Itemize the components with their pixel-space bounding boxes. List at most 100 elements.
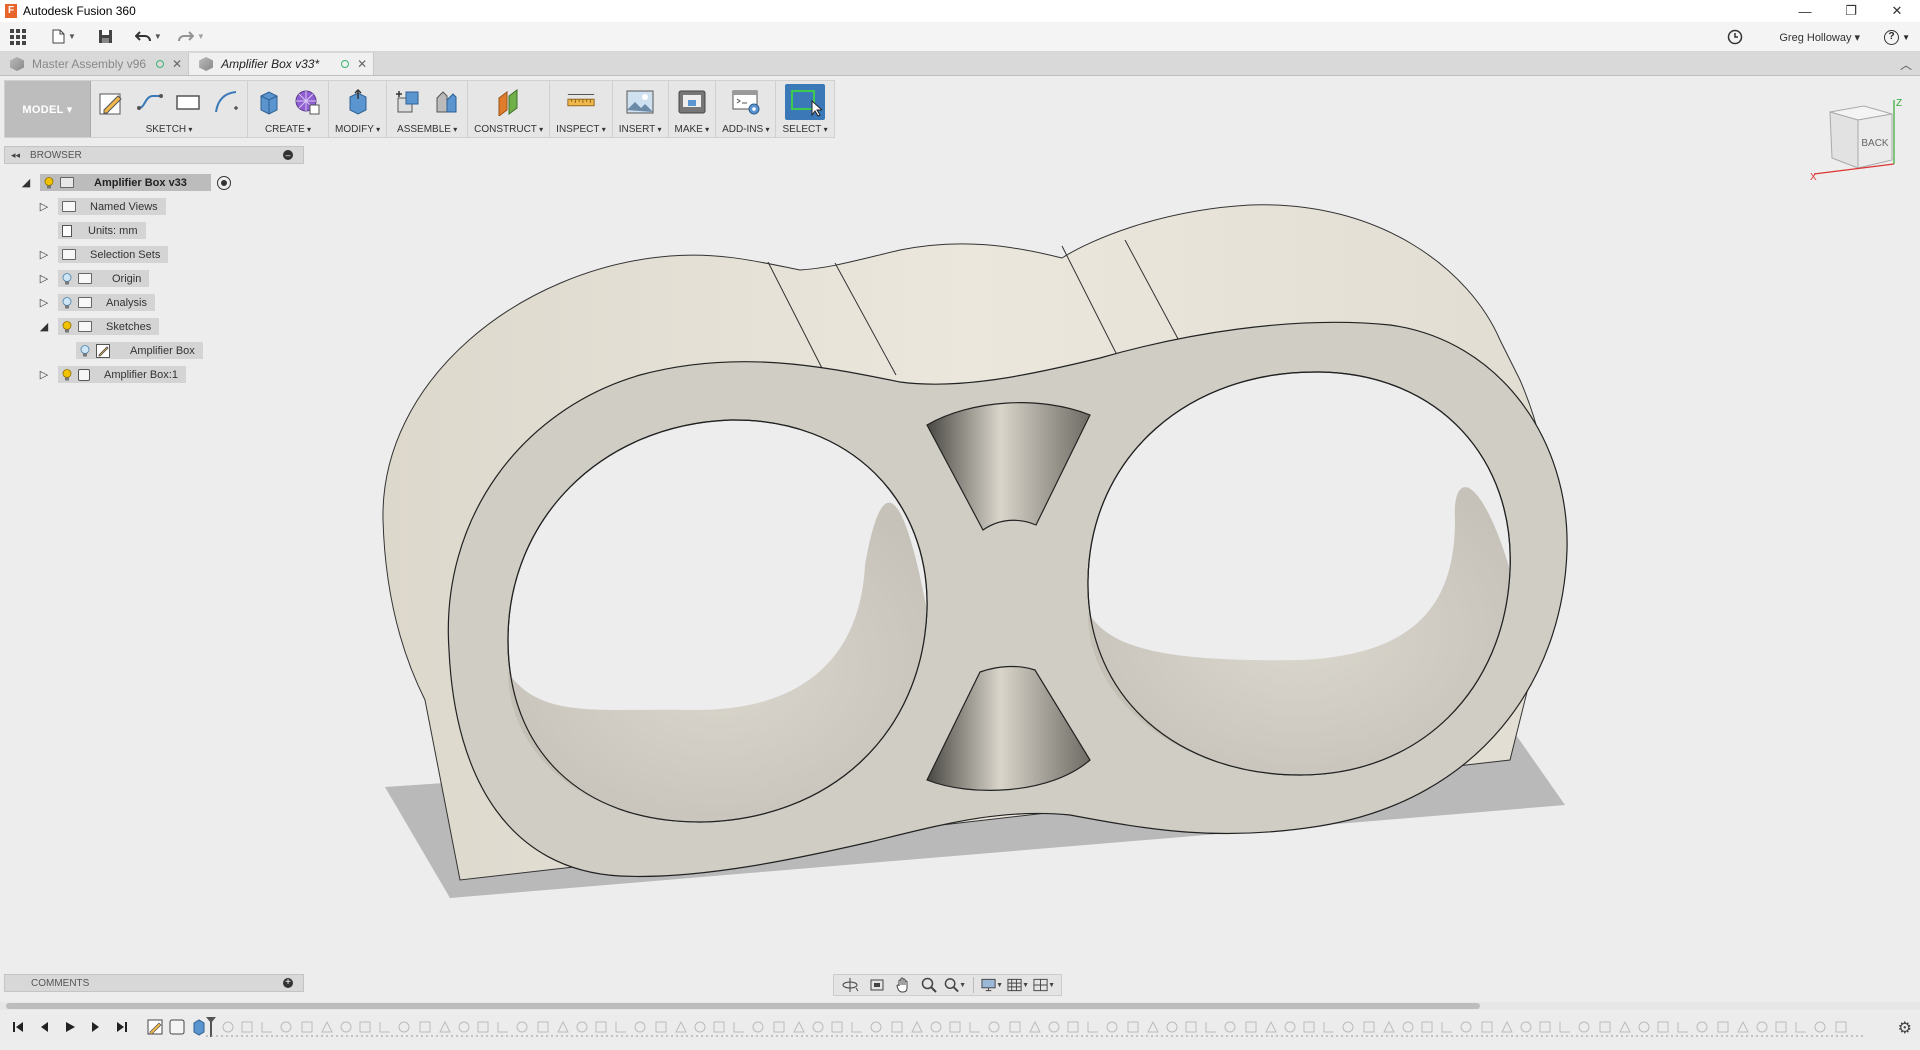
browser-title: BROWSER — [30, 149, 82, 161]
visibility-bulb-icon[interactable] — [44, 176, 54, 189]
display-settings-button[interactable]: ▼ — [981, 976, 1003, 994]
close-icon[interactable]: ✕ — [357, 57, 367, 71]
close-icon[interactable]: ✕ — [172, 57, 182, 71]
orbit-button[interactable] — [840, 976, 862, 994]
visibility-bulb-icon[interactable] — [62, 320, 72, 333]
group-inspect[interactable]: INSPECT — [550, 81, 613, 137]
pan-button[interactable] — [892, 976, 914, 994]
zoom-icon — [921, 977, 937, 993]
rectangle-icon[interactable] — [173, 87, 203, 117]
arc-icon[interactable] — [211, 87, 241, 117]
timeline-play-button[interactable] — [58, 1016, 82, 1038]
data-panel-button[interactable] — [6, 25, 30, 49]
gear-icon[interactable]: ⚙ — [1898, 1018, 1912, 1038]
group-create[interactable]: CREATE — [248, 81, 329, 137]
window-select-icon[interactable] — [785, 84, 826, 120]
close-button[interactable]: ✕ — [1874, 0, 1920, 22]
extrude-icon[interactable] — [254, 87, 284, 117]
timeline-feature-body[interactable] — [169, 1019, 185, 1035]
scripts-addins-icon[interactable] — [731, 87, 761, 117]
tree-node-root[interactable]: ◢ Amplifier Box v33 — [20, 174, 231, 191]
visibility-bulb-icon[interactable] — [80, 344, 90, 357]
new-component-icon[interactable] — [393, 87, 423, 117]
expand-triangle-icon[interactable]: ▷ — [38, 272, 50, 285]
file-menu-button[interactable]: ▼ — [48, 25, 80, 49]
tree-node-selection-sets[interactable]: ▷ Selection Sets — [38, 246, 169, 263]
insert-image-icon[interactable] — [625, 87, 655, 117]
workspace-switcher[interactable]: MODEL ▾ — [5, 81, 91, 137]
grid-settings-button[interactable]: ▼ — [1007, 976, 1029, 994]
view-cube-side[interactable] — [1829, 111, 1859, 169]
tab-master-assembly[interactable]: Master Assembly v96 ✕ — [0, 53, 190, 75]
group-assemble[interactable]: ASSEMBLE — [387, 81, 469, 137]
timeline-feature-extrude[interactable] — [193, 1019, 205, 1036]
tree-node-analysis[interactable]: ▷ Analysis — [38, 294, 155, 311]
timeline-feature-sketch[interactable] — [147, 1019, 163, 1035]
3d-viewport[interactable] — [300, 140, 1620, 980]
collapse-triangle-icon[interactable]: ◢ — [20, 176, 32, 189]
browser-header[interactable]: ◂◂ BROWSER – — [4, 146, 304, 164]
collapse-triangle-icon[interactable]: ◢ — [38, 320, 50, 333]
tab-amplifier-box[interactable]: Amplifier Box v33* ✕ — [189, 53, 375, 75]
comments-panel[interactable]: COMMENTS + — [4, 974, 304, 992]
timeline-scrollbar[interactable] — [0, 1002, 1920, 1010]
group-modify[interactable]: MODIFY — [329, 81, 388, 137]
save-button[interactable] — [94, 25, 117, 49]
timeline-track[interactable] — [146, 1017, 1866, 1037]
timeline-prev-button[interactable] — [32, 1016, 56, 1038]
pin-panel-icon[interactable]: – — [283, 150, 293, 160]
timeline-next-button[interactable] — [84, 1016, 108, 1038]
offset-plane-icon[interactable] — [494, 87, 524, 117]
group-make[interactable]: MAKE — [669, 81, 717, 137]
chevron-down-icon: ▼ — [153, 32, 162, 41]
group-label: MAKE — [675, 124, 710, 135]
expand-triangle-icon[interactable]: ▷ — [38, 248, 50, 261]
expand-triangle-icon[interactable]: ▷ — [38, 296, 50, 309]
timeline-marker[interactable] — [206, 1017, 216, 1037]
visibility-bulb-icon[interactable] — [62, 272, 72, 285]
group-insert[interactable]: INSERT — [613, 81, 669, 137]
viewports-button[interactable]: ▼ — [1033, 976, 1055, 994]
tree-node-sketches[interactable]: ◢ Sketches — [38, 318, 160, 335]
create-sketch-icon[interactable] — [97, 87, 127, 117]
zoom-button[interactable] — [918, 976, 940, 994]
add-comment-icon[interactable]: + — [283, 978, 293, 988]
visibility-bulb-icon[interactable] — [62, 368, 72, 381]
undo-button[interactable]: ▼ — [131, 25, 166, 49]
clock-icon[interactable] — [1727, 29, 1743, 45]
timeline-last-button[interactable] — [110, 1016, 134, 1038]
collapse-toolbar-icon[interactable]: ︿ — [1900, 56, 1912, 73]
group-construct[interactable]: CONSTRUCT — [468, 81, 551, 137]
group-select[interactable]: SELECT — [776, 81, 833, 137]
3d-print-icon[interactable] — [677, 87, 707, 117]
view-cube[interactable]: BACK X Z — [1810, 96, 1910, 186]
visibility-bulb-icon[interactable] — [62, 296, 72, 309]
timeline-scroll-thumb[interactable] — [6, 1003, 1480, 1009]
line-icon[interactable] — [135, 87, 165, 117]
redo-button[interactable]: ▼ — [174, 25, 209, 49]
measure-icon[interactable] — [566, 87, 596, 117]
press-pull-icon[interactable] — [343, 87, 373, 117]
look-at-button[interactable] — [866, 976, 888, 994]
expand-triangle-icon[interactable]: ▷ — [38, 200, 50, 213]
collapse-panel-icon[interactable]: ◂◂ — [11, 150, 20, 161]
fit-button[interactable]: ▼ — [944, 976, 966, 994]
group-add-ins[interactable]: ADD-INS — [716, 81, 777, 137]
tree-node-named-views[interactable]: ▷ Named Views — [38, 198, 166, 215]
timeline-first-button[interactable] — [6, 1016, 30, 1038]
form-icon[interactable] — [292, 87, 322, 117]
tree-node-sketch-amplifier-box[interactable]: Amplifier Box — [76, 342, 203, 359]
activate-component-icon[interactable] — [216, 175, 231, 190]
user-menu[interactable]: Greg Holloway ▾ — [1779, 31, 1860, 44]
folder-icon — [78, 273, 92, 284]
help-button[interactable]: ? ▼ — [1884, 29, 1910, 45]
restore-button[interactable]: ❐ — [1828, 0, 1874, 22]
tree-node-body-amplifier-box[interactable]: ▷ Amplifier Box:1 — [38, 366, 186, 383]
expand-triangle-icon[interactable]: ▷ — [38, 368, 50, 381]
tree-node-origin[interactable]: ▷ Origin — [38, 270, 150, 287]
joint-icon[interactable] — [431, 87, 461, 117]
tab-label: Master Assembly v96 — [32, 57, 147, 71]
tree-node-units[interactable]: Units: mm — [58, 222, 146, 239]
group-sketch[interactable]: SKETCH — [91, 81, 248, 137]
minimize-button[interactable]: — — [1782, 0, 1828, 22]
